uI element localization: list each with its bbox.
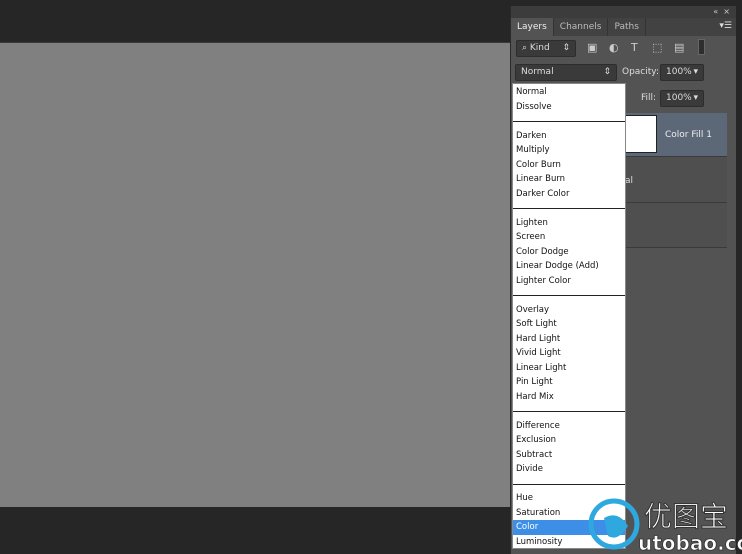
- opacity-input[interactable]: 100% ▾: [660, 64, 704, 81]
- fill-input[interactable]: 100% ▾: [660, 90, 704, 107]
- blend-mode-option-dissolve[interactable]: Dissolve: [513, 100, 625, 115]
- blend-mode-option-soft-light[interactable]: Soft Light: [513, 317, 625, 332]
- updown-icon: ⇕: [603, 67, 611, 77]
- smart-object-icon[interactable]: ▤: [674, 41, 684, 54]
- fill-value: 100%: [666, 93, 692, 103]
- tab-channels[interactable]: Channels: [554, 18, 609, 36]
- watermark-logo: 优图宝 utobao.com: [588, 498, 742, 554]
- blend-mode-option-vivid-light[interactable]: Vivid Light: [513, 346, 625, 361]
- blend-mode-option-darken[interactable]: Darken: [513, 129, 625, 144]
- collapse-icon[interactable]: «: [713, 7, 718, 16]
- layer-name[interactable]: al: [625, 176, 633, 186]
- chevron-down-icon[interactable]: ▾: [693, 65, 698, 80]
- panel-tabs: Layers Channels Paths ▾☰: [511, 18, 736, 36]
- adjustment-icon[interactable]: ◐: [609, 41, 619, 54]
- updown-icon: ⇕: [562, 43, 570, 53]
- blend-mode-option-darker-color[interactable]: Darker Color: [513, 187, 625, 202]
- blend-mode-dropdown: Normal Dissolve Darken Multiply Color Burn Li…: [512, 83, 626, 549]
- shape-icon[interactable]: ⬚: [652, 41, 662, 54]
- blend-mode-option-exclusion[interactable]: Exclusion: [513, 433, 625, 448]
- svg-text:优图宝: 优图宝: [644, 500, 728, 533]
- layer-name[interactable]: Color Fill 1: [665, 130, 712, 140]
- tab-layers[interactable]: Layers: [511, 18, 554, 36]
- blend-mode-option-subtract[interactable]: Subtract: [513, 448, 625, 463]
- blend-mode-option-color-burn[interactable]: Color Burn: [513, 158, 625, 173]
- image-icon[interactable]: ▣: [587, 41, 597, 54]
- blend-mode-option-screen[interactable]: Screen: [513, 230, 625, 245]
- blend-mode-option-linear-dodge-add[interactable]: Linear Dodge (Add): [513, 259, 625, 274]
- menu-separator: [513, 201, 625, 216]
- menu-separator: [513, 114, 625, 129]
- blend-mode-option-difference[interactable]: Difference: [513, 419, 625, 434]
- blend-mode-option-pin-light[interactable]: Pin Light: [513, 375, 625, 390]
- document-canvas: [0, 42, 511, 507]
- layer-thumbnail: [625, 115, 657, 153]
- menu-separator: [513, 288, 625, 303]
- blend-mode-option-multiply[interactable]: Multiply: [513, 143, 625, 158]
- blend-mode-select[interactable]: Normal ⇕: [515, 64, 617, 81]
- filter-kind-select[interactable]: ⌕ Kind ⇕: [516, 40, 576, 57]
- layer-row-selected[interactable]: Color Fill 1: [625, 113, 727, 157]
- blend-mode-option-lighter-color[interactable]: Lighter Color: [513, 274, 625, 289]
- blend-mode-option-lighten[interactable]: Lighten: [513, 216, 625, 231]
- blend-mode-option-overlay[interactable]: Overlay: [513, 303, 625, 318]
- layer-row[interactable]: [625, 203, 727, 248]
- fill-label: Fill:: [641, 93, 657, 103]
- blend-mode-option-normal[interactable]: Normal: [513, 85, 625, 100]
- tab-paths[interactable]: Paths: [608, 18, 646, 36]
- close-icon[interactable]: ×: [723, 7, 730, 16]
- filter-kind-label: Kind: [529, 43, 550, 53]
- opacity-label: Opacity:: [622, 67, 659, 77]
- filter-toggle-icon[interactable]: [698, 39, 705, 55]
- type-icon[interactable]: T: [631, 41, 638, 54]
- opacity-value: 100%: [666, 67, 692, 77]
- panel-menu-icon[interactable]: ▾☰: [719, 21, 732, 31]
- chevron-down-icon[interactable]: ▾: [693, 91, 698, 106]
- svg-text:utobao.com: utobao.com: [638, 531, 742, 554]
- blend-mode-option-hard-mix[interactable]: Hard Mix: [513, 390, 625, 405]
- menu-separator: [513, 404, 625, 419]
- blend-mode-value: Normal: [521, 67, 554, 77]
- panel-topbar: « ×: [511, 6, 736, 18]
- search-icon: ⌕: [522, 43, 530, 53]
- layer-row[interactable]: al: [625, 157, 727, 203]
- blend-mode-option-linear-light[interactable]: Linear Light: [513, 361, 625, 376]
- blend-mode-option-hard-light[interactable]: Hard Light: [513, 332, 625, 347]
- blend-mode-option-divide[interactable]: Divide: [513, 462, 625, 477]
- blend-mode-option-color-dodge[interactable]: Color Dodge: [513, 245, 625, 260]
- blend-mode-option-linear-burn[interactable]: Linear Burn: [513, 172, 625, 187]
